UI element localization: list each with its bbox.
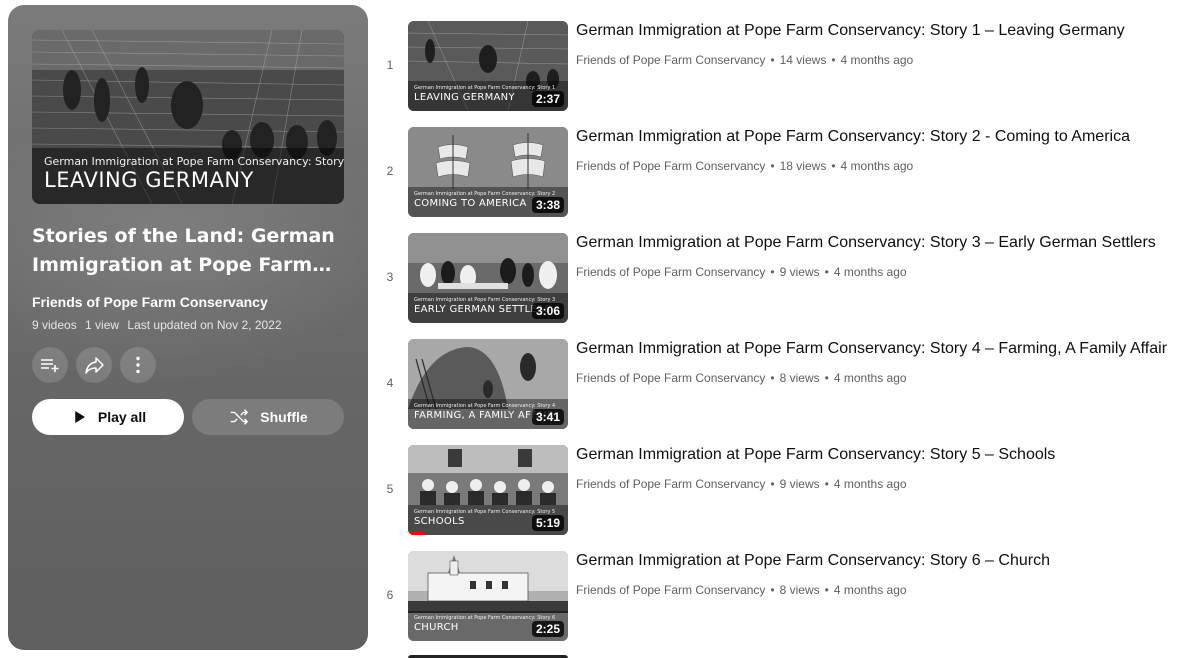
duration-badge: 3:41 — [531, 409, 564, 425]
video-metadata: Friends of Pope Farm Conservancy • 18 view… — [576, 159, 914, 173]
view-count: 9 views — [779, 265, 820, 279]
view-count: 14 views — [779, 53, 827, 67]
share-icon — [85, 357, 104, 374]
video-thumbnail[interactable]: German Immigration at Pope Farm Conserva… — [408, 551, 568, 641]
video-index: 4 — [386, 376, 394, 390]
playlist-title: Stories of the Land: German Immigration … — [32, 225, 335, 276]
video-thumbnail[interactable]: German Immigration at Pope Farm Conserva… — [408, 21, 568, 111]
playlist-stats: 9 videos 1 view Last updated on Nov 2, 2… — [32, 318, 287, 332]
playlist-add-icon — [41, 359, 59, 372]
playlist-thumbnail[interactable]: German Immigration at Pope Farm Conserva… — [32, 30, 344, 204]
video-metadata: Friends of Pope Farm Conservancy • 8 views… — [576, 371, 907, 385]
duration-badge: 2:37 — [531, 91, 564, 107]
watch-progress-bar — [408, 531, 424, 535]
video-row[interactable]: 2 German Immigration at Pope Farm Conser… — [376, 124, 1181, 230]
video-index: 1 — [386, 58, 394, 72]
channel-link[interactable]: Friends of Pope Farm Conservancy — [576, 477, 765, 491]
more-vert-icon — [136, 356, 140, 374]
video-metadata: Friends of Pope Farm Conservancy • 14 view… — [576, 53, 914, 67]
last-updated: Last updated on Nov 2, 2022 — [127, 318, 282, 332]
playlist-header-panel: German Immigration at Pope Farm Conserva… — [8, 5, 368, 650]
video-title-link[interactable]: German Immigration at Pope Farm Conserva… — [576, 128, 1130, 146]
channel-link[interactable]: Friends of Pope Farm Conservancy — [576, 371, 765, 385]
upload-age: 4 months ago — [840, 53, 914, 67]
video-index: 6 — [386, 588, 394, 602]
play-all-label: Play all — [97, 409, 147, 425]
playlist-video-list: 1 German Immigration at Pope Farm Conser… — [376, 18, 1181, 654]
thumbnail-subtitle: German Immigration at Pope Farm Conserva… — [414, 403, 556, 409]
video-metadata: Friends of Pope Farm Conservancy • 9 views… — [576, 477, 907, 491]
view-count: 1 view — [85, 318, 120, 332]
thumbnail-title: CHURCH — [414, 622, 459, 633]
view-count: 18 views — [779, 159, 827, 173]
video-thumbnail[interactable]: German Immigration at Pope Farm Conserva… — [408, 127, 568, 217]
thumbnail-subtitle: German Immigration at Pope Farm Conserva… — [414, 615, 556, 621]
video-index: 3 — [386, 270, 394, 284]
thumbnail-subtitle: German Immigration at Pope Farm Conserva… — [414, 509, 556, 515]
view-count: 8 views — [779, 583, 820, 597]
duration-badge: 3:06 — [531, 303, 564, 319]
video-thumbnail[interactable]: German Immigration at Pope Farm Conserva… — [408, 233, 568, 323]
thumbnail-subtitle: German Immigration at Pope Farm Conserva… — [414, 191, 556, 197]
duration-badge: 2:25 — [531, 621, 564, 637]
video-row[interactable]: 6 German Immigration at Pope Farm Conser… — [376, 548, 1181, 654]
channel-link[interactable]: Friends of Pope Farm Conservancy — [576, 53, 765, 67]
video-row[interactable]: 1 German Immigration at Pope Farm Conser… — [376, 18, 1181, 124]
channel-link[interactable]: Friends of Pope Farm Conservancy — [576, 159, 765, 173]
channel-link[interactable]: Friends of Pope Farm Conservancy — [576, 583, 765, 597]
share-button[interactable] — [76, 347, 112, 383]
thumbnail-subtitle: German Immigration at Pope Farm Conserva… — [44, 155, 344, 168]
thumbnail-title: EARLY GERMAN SETTLERS — [414, 304, 551, 315]
video-title-link[interactable]: German Immigration at Pope Farm Conserva… — [576, 446, 1055, 464]
video-index: 5 — [386, 482, 394, 496]
video-title-link[interactable]: German Immigration at Pope Farm Conserva… — [576, 234, 1156, 252]
thumbnail-subtitle: German Immigration at Pope Farm Conserva… — [414, 297, 556, 303]
thumbnail-title: LEAVING GERMANY — [44, 168, 254, 192]
video-row[interactable]: 5 German Immigration at Pope Farm Conser… — [376, 442, 1181, 548]
duration-badge: 3:38 — [531, 197, 564, 213]
upload-age: 4 months ago — [833, 265, 907, 279]
thumbnail-title: SCHOOLS — [414, 516, 465, 527]
video-count: 9 videos — [32, 318, 77, 332]
thumbnail-title: COMING TO AMERICA — [414, 198, 527, 209]
upload-age: 4 months ago — [833, 477, 907, 491]
video-metadata: Friends of Pope Farm Conservancy • 9 views… — [576, 265, 907, 279]
video-metadata: Friends of Pope Farm Conservancy • 8 views… — [576, 583, 907, 597]
playlist-owner-link[interactable]: Friends of Pope Farm Conservancy — [32, 294, 268, 310]
thumbnail-title: LEAVING GERMANY — [414, 92, 515, 103]
shuffle-button[interactable]: Shuffle — [192, 399, 344, 435]
save-to-library-button[interactable] — [32, 347, 68, 383]
play-all-button[interactable]: Play all — [32, 399, 184, 435]
play-icon — [75, 411, 85, 423]
video-title-link[interactable]: German Immigration at Pope Farm Conserva… — [576, 22, 1125, 40]
thumbnail-subtitle: German Immigration at Pope Farm Conserva… — [414, 85, 556, 91]
upload-age: 4 months ago — [840, 159, 914, 173]
video-title-link[interactable]: German Immigration at Pope Farm Conserva… — [576, 552, 1050, 570]
view-count: 8 views — [779, 371, 820, 385]
upload-age: 4 months ago — [833, 583, 907, 597]
shuffle-label: Shuffle — [260, 409, 308, 425]
duration-badge: 5:19 — [531, 515, 564, 531]
video-row[interactable]: 3 German Immigration at Pope Farm Conser… — [376, 230, 1181, 336]
video-index: 2 — [386, 164, 394, 178]
view-count: 9 views — [779, 477, 820, 491]
video-thumbnail[interactable]: German Immigration at Pope Farm Conserva… — [408, 445, 568, 535]
video-row[interactable]: 4 German Immigration at Pope Farm Conser… — [376, 336, 1181, 442]
shuffle-icon — [231, 409, 249, 425]
upload-age: 4 months ago — [833, 371, 907, 385]
video-thumbnail[interactable]: German Immigration at Pope Farm Conserva… — [408, 339, 568, 429]
more-actions-button[interactable] — [120, 347, 156, 383]
video-title-link[interactable]: German Immigration at Pope Farm Conserva… — [576, 340, 1167, 358]
channel-link[interactable]: Friends of Pope Farm Conservancy — [576, 265, 765, 279]
